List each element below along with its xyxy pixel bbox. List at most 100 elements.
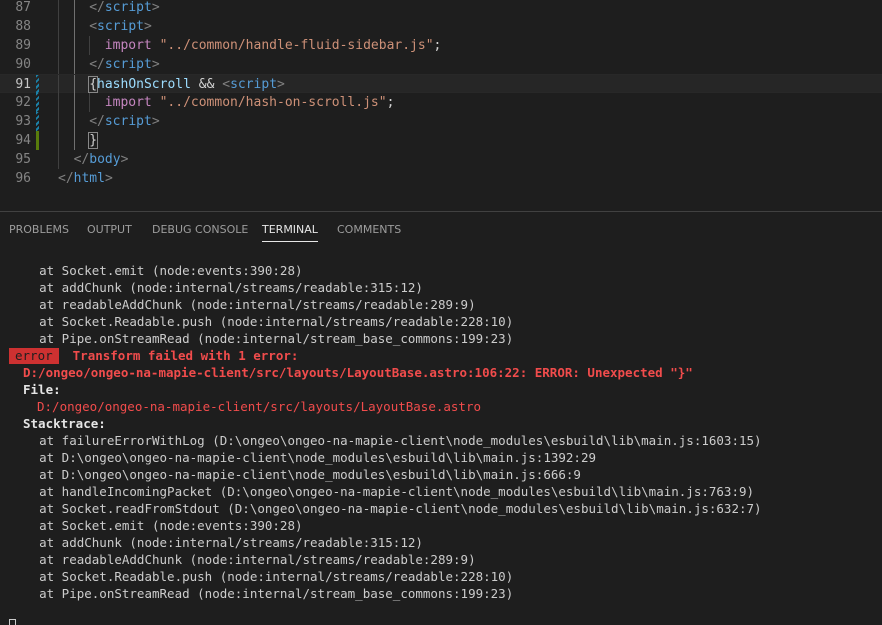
indent-guide (73, 93, 75, 112)
line-number: 96 (15, 171, 31, 186)
code-token: script (104, 114, 152, 129)
code-text: </body> (74, 150, 129, 169)
code-token: </ (89, 114, 105, 129)
code-token: ; (433, 38, 442, 53)
code-token: script (230, 77, 278, 92)
code-text: import "../common/handle-fluid-sidebar.j… (105, 36, 442, 55)
tab-problems[interactable]: PROBLEMS (9, 212, 69, 248)
file-path[interactable]: D:/ongeo/ongeo-na-mapie-client/src/layou… (37, 398, 481, 415)
code-line[interactable]: 87 </script> (0, 0, 882, 17)
error-badge: error (9, 348, 59, 364)
stack-line: at handleIncomingPacket (D:\ongeo\ongeo-… (9, 484, 755, 499)
code-token: import (104, 38, 152, 53)
code-token: > (104, 171, 113, 186)
code-editor[interactable]: 87 </script> 88 <script> 89 import "../common… (0, 0, 882, 212)
indent-guide (58, 0, 59, 17)
code-token: && (190, 77, 223, 92)
indent-guide (58, 93, 59, 112)
code-line[interactable]: 88 <script> (0, 17, 882, 36)
indent-guide (58, 17, 59, 36)
indent-guide (73, 17, 75, 36)
code-token: html (73, 171, 105, 186)
indent-guide (58, 112, 59, 131)
code-token: > (120, 152, 129, 167)
code-token: body (89, 152, 121, 167)
code-token: </ (73, 152, 90, 167)
code-text: import "../common/hash-on-scroll.js"; (105, 93, 395, 112)
code-line[interactable]: 93 </script> (0, 112, 882, 131)
code-token: "../common/handle-fluid-sidebar.js" (159, 38, 434, 53)
stack-line: at D:\ongeo\ongeo-na-mapie-client\node_m… (9, 467, 581, 482)
tab-terminal[interactable]: TERMINAL (262, 212, 318, 248)
indent-guide (73, 36, 75, 55)
error-location: D:/ongeo/ongeo-na-mapie-client/src/layou… (23, 365, 693, 380)
code-token: "../common/hash-on-scroll.js" (159, 95, 387, 110)
code-token: script (104, 57, 152, 72)
code-line[interactable]: 92 import "../common/hash-on-scroll.js"; (0, 93, 882, 112)
indent-guide (58, 150, 59, 169)
stack-line: at Socket.emit (node:events:390:28) (9, 263, 303, 278)
code-token: import (104, 95, 152, 110)
stack-line: at Socket.Readable.push (node:internal/s… (9, 314, 514, 329)
code-text: </script> (89, 112, 159, 131)
code-token: < (222, 77, 231, 92)
code-text: </script> (89, 0, 159, 17)
code-text: } (88, 131, 98, 150)
code-line[interactable]: 94} (0, 131, 882, 150)
indent-guide (89, 93, 91, 112)
code-text: {hashOnScroll && <script> (88, 75, 285, 94)
terminal-cursor (9, 619, 16, 625)
indent-guide (73, 131, 75, 150)
tab-output[interactable]: OUTPUT (87, 212, 132, 248)
code-token: </ (89, 57, 105, 72)
terminal-output[interactable]: at Socket.emit (node:events:390:28) at a… (0, 248, 882, 625)
code-text: </html> (58, 169, 113, 188)
panel-tab-bar: PROBLEMS OUTPUT DEBUG CONSOLE TERMINAL C… (0, 212, 882, 248)
stack-line: at addChunk (node:internal/streams/reada… (9, 280, 423, 295)
stacktrace-label: Stacktrace: (23, 416, 106, 431)
code-line[interactable]: 89 import "../common/handle-fluid-sidebar… (0, 36, 882, 55)
indent-guide (58, 36, 59, 55)
code-token: </ (89, 0, 105, 15)
line-number: 91 (15, 77, 31, 92)
stack-line: at Socket.readFromStdout (D:\ongeo\ongeo… (9, 501, 762, 516)
stack-line: at Pipe.onStreamRead (node:internal/stre… (9, 331, 514, 346)
code-line[interactable]: 95 </body> (0, 150, 882, 169)
modified-line-marker[interactable] (36, 75, 39, 94)
bottom-panel: PROBLEMS OUTPUT DEBUG CONSOLE TERMINAL C… (0, 211, 882, 625)
line-number: 88 (15, 19, 31, 34)
modified-line-marker[interactable] (36, 112, 39, 131)
indent-guide (73, 112, 75, 131)
code-token: > (277, 77, 285, 92)
stack-line: at readableAddChunk (node:internal/strea… (9, 552, 476, 567)
modified-line-marker[interactable] (36, 93, 39, 112)
code-token: ; (386, 95, 395, 110)
indent-guide (58, 75, 59, 94)
code-line[interactable]: 90 </script> (0, 55, 882, 74)
tab-comments[interactable]: COMMENTS (337, 212, 401, 248)
code-token: > (143, 19, 152, 34)
code-token: > (151, 0, 160, 15)
code-token: { (88, 76, 98, 93)
line-number: 87 (15, 0, 31, 15)
code-token: } (88, 132, 98, 149)
code-token: hashOnScroll (97, 77, 191, 92)
code-line[interactable]: 91 {hashOnScroll && <script> (0, 74, 882, 94)
code-token: < (89, 19, 98, 34)
code-line[interactable]: 96 </html> (0, 169, 882, 188)
indent-guide (58, 55, 59, 74)
error-message: Transform failed with 1 error: (72, 348, 299, 363)
code-token: script (97, 19, 144, 34)
stack-line: at Pipe.onStreamRead (node:internal/stre… (9, 586, 514, 601)
vscode-window: 87 </script> 88 <script> 89 import "../common… (0, 0, 882, 625)
tab-debug-console[interactable]: DEBUG CONSOLE (152, 212, 248, 248)
added-line-marker[interactable] (36, 131, 39, 150)
indent-guide (73, 0, 75, 17)
stack-line: at readableAddChunk (node:internal/strea… (9, 297, 476, 312)
code-token: > (151, 114, 160, 129)
indent-guide (89, 36, 91, 55)
line-number: 89 (15, 38, 31, 53)
indent-guide (58, 131, 59, 150)
code-text: </script> (89, 55, 159, 74)
